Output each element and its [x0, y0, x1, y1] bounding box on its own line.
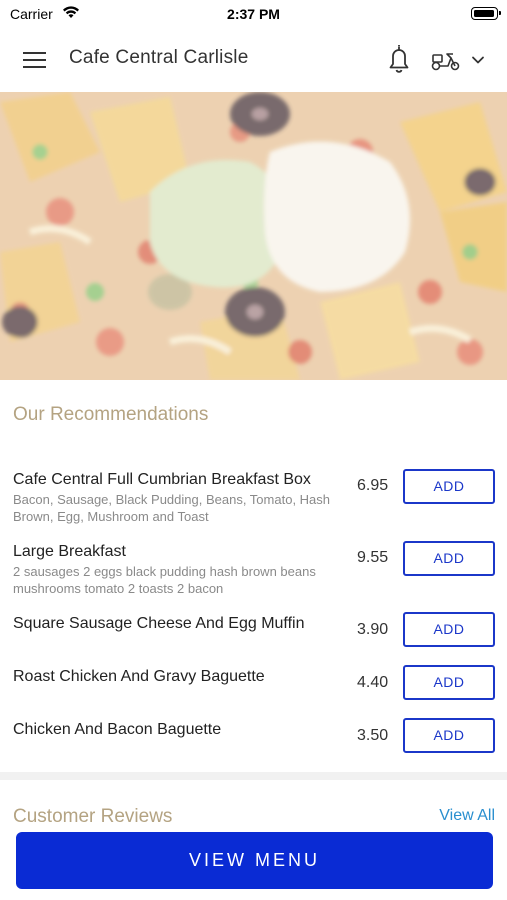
- battery-icon: [471, 7, 501, 20]
- item-price: 3.90: [357, 621, 389, 638]
- item-description: 2 sausages 2 eggs black pudding hash bro…: [13, 564, 316, 596]
- item-price: 6.95: [357, 477, 389, 494]
- item-price: 4.40: [357, 674, 389, 691]
- section-divider: [0, 772, 507, 780]
- item-name: Chicken And Bacon Baguette: [13, 721, 222, 738]
- item-name: Large Breakfast: [13, 543, 126, 560]
- recommendations-section: Our Recommendations Cafe Central Full Cu…: [0, 380, 507, 772]
- item-price: 3.50: [357, 727, 389, 744]
- status-bar: Carrier 2:37 PM: [0, 0, 507, 28]
- add-button[interactable]: ADD: [403, 665, 495, 700]
- item-name: Roast Chicken And Gravy Baguette: [13, 668, 265, 685]
- item-name: Square Sausage Cheese And Egg Muffin: [13, 615, 305, 632]
- clock: 2:37 PM: [227, 6, 280, 22]
- add-button[interactable]: ADD: [403, 718, 495, 753]
- hero-image: [0, 92, 507, 380]
- add-button[interactable]: ADD: [403, 541, 495, 576]
- add-button[interactable]: ADD: [403, 612, 495, 647]
- hamburger-menu-icon[interactable]: [20, 46, 50, 74]
- view-menu-button[interactable]: VIEW MENU: [16, 832, 493, 889]
- recommendations-title: Our Recommendations: [13, 404, 209, 425]
- item-name: Cafe Central Full Cumbrian Breakfast Box: [13, 471, 311, 488]
- item-price: 9.55: [357, 549, 389, 566]
- item-description: Bacon, Sausage, Black Pudding, Beans, To…: [13, 492, 331, 524]
- scooter-icon[interactable]: [430, 46, 462, 74]
- chevron-down-icon[interactable]: [470, 52, 486, 68]
- bell-icon[interactable]: [384, 43, 414, 75]
- add-button[interactable]: ADD: [403, 469, 495, 504]
- page-title: Cafe Central Carlisle: [69, 47, 249, 68]
- app-header: Cafe Central Carlisle: [0, 28, 507, 92]
